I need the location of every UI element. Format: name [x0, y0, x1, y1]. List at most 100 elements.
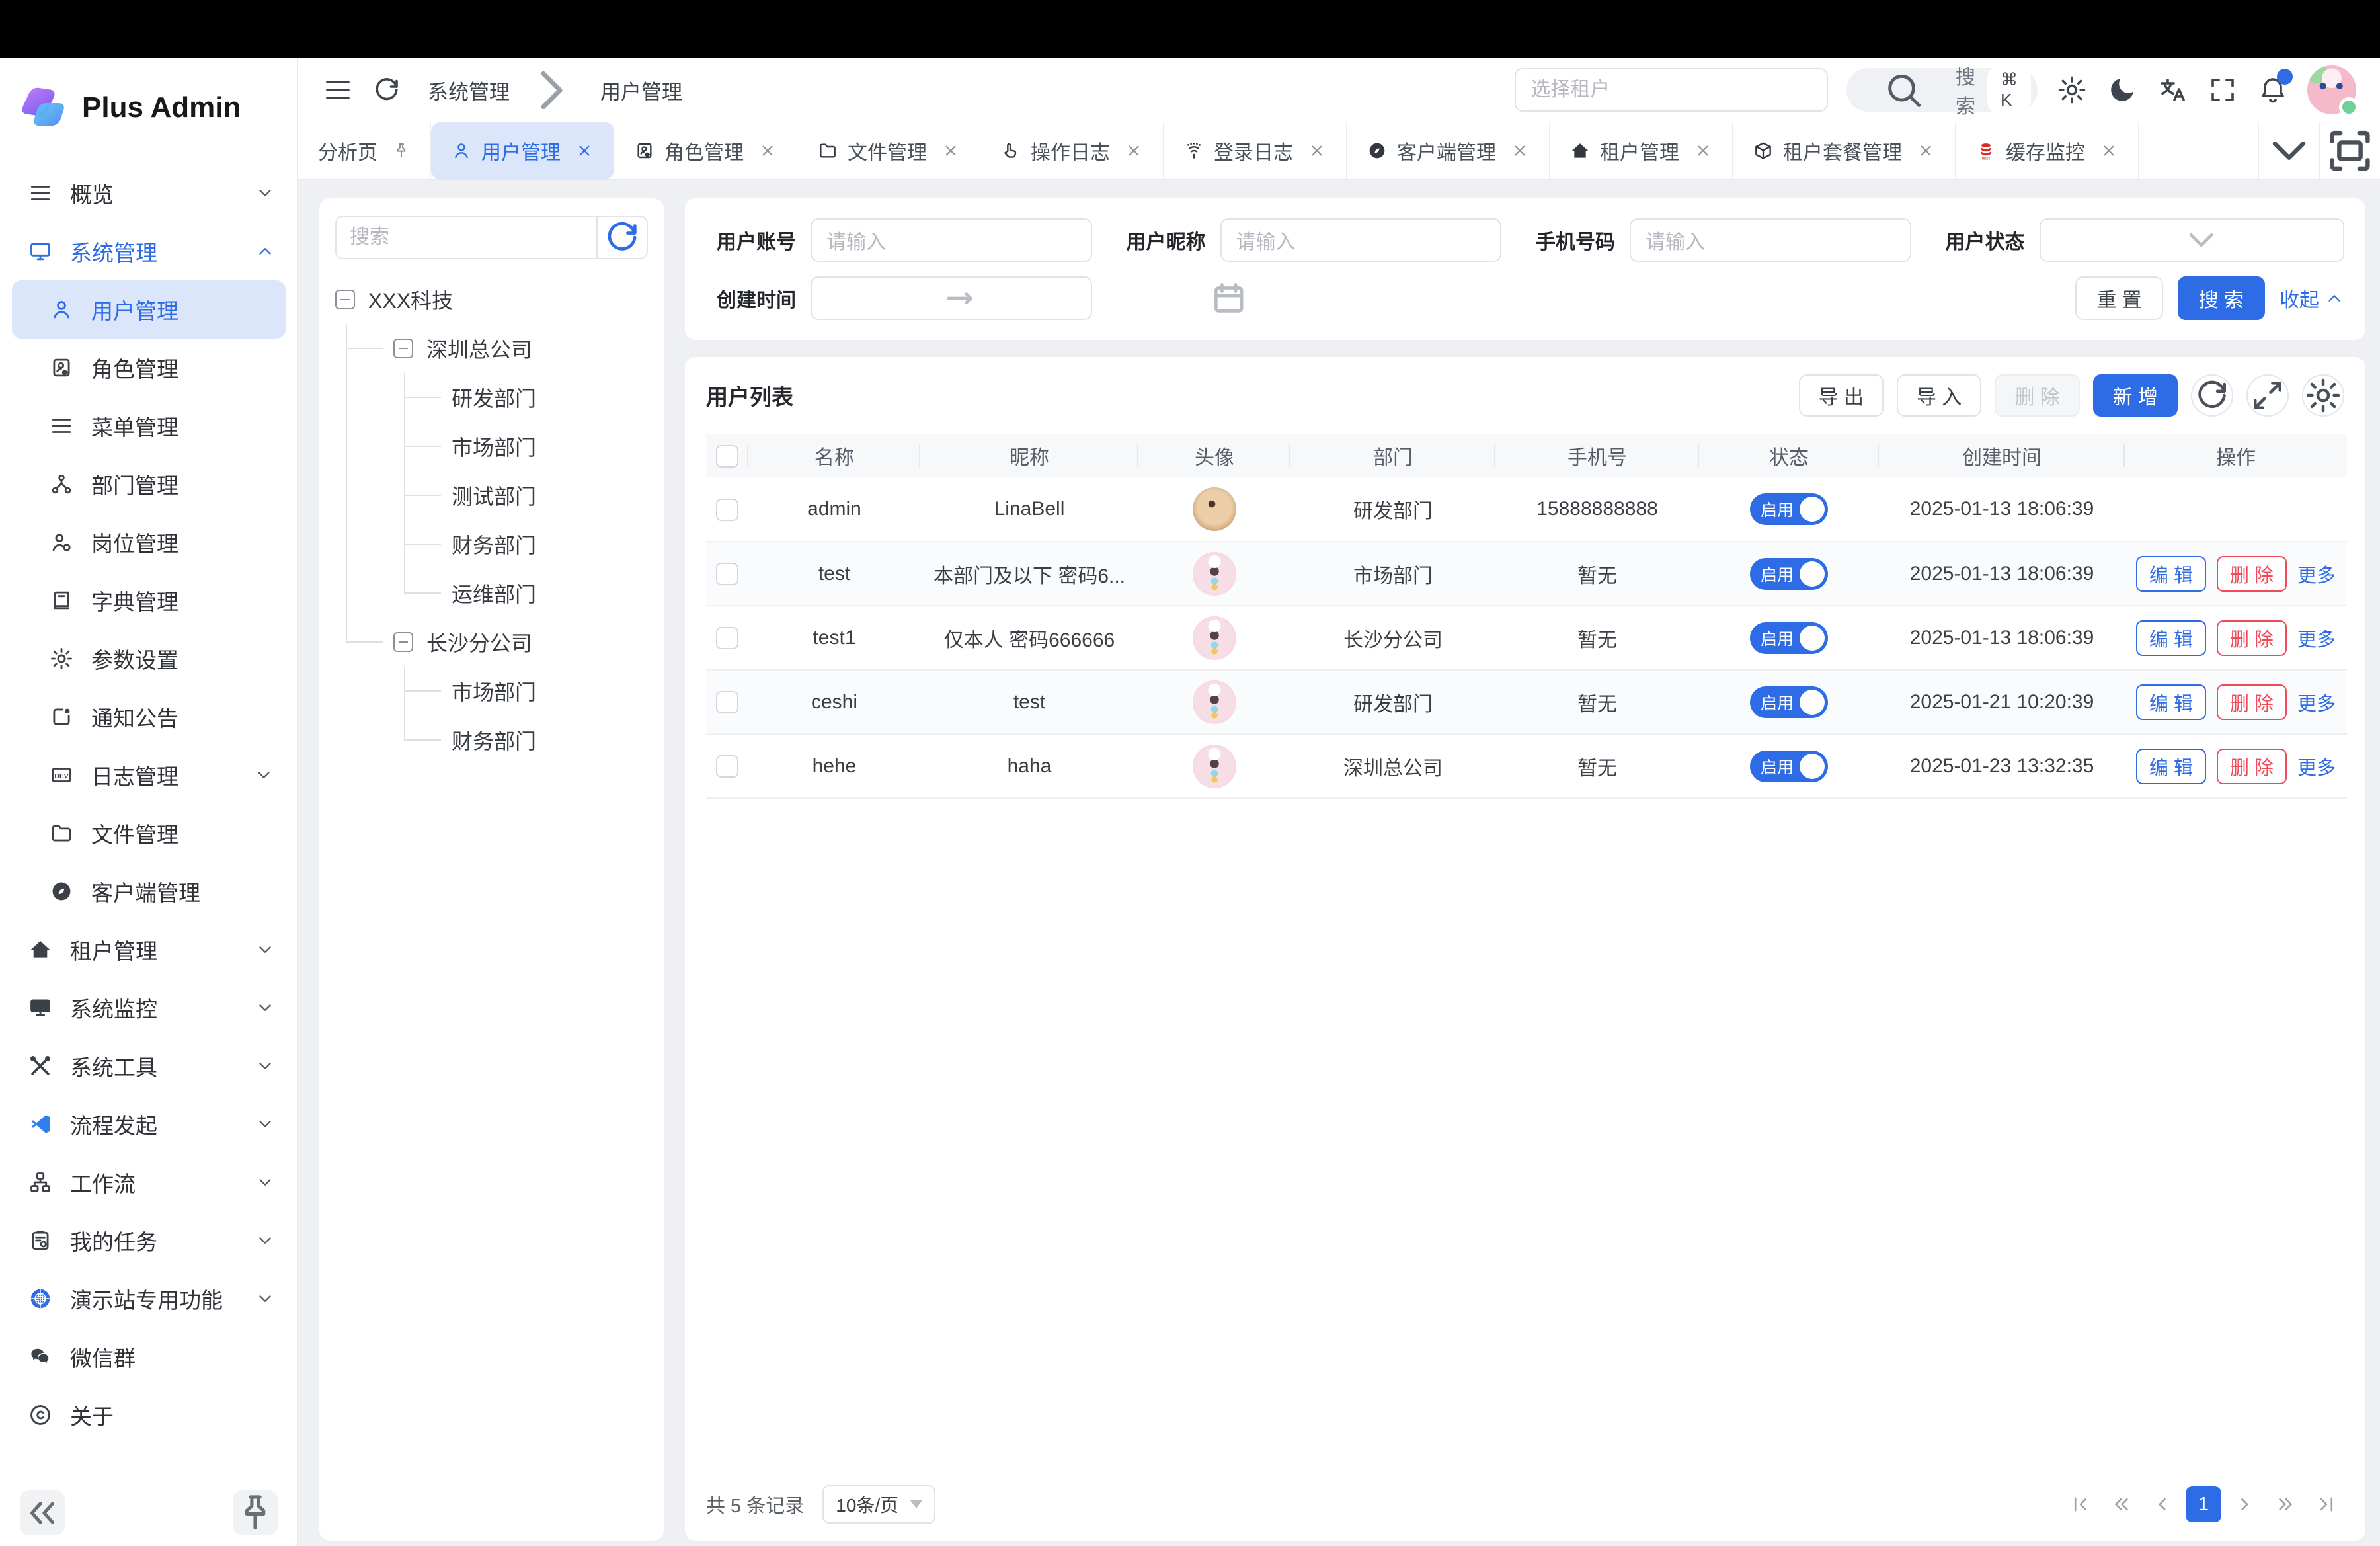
sidebar-item-wechat-group[interactable]: 微信群	[0, 1328, 298, 1386]
delete-row-button[interactable]: 删 除	[2217, 749, 2287, 784]
row-checkbox[interactable]	[716, 755, 738, 778]
tab-role-management[interactable]: 角色管理	[614, 122, 797, 179]
sidebar-collapse-button[interactable]	[20, 1490, 65, 1535]
sidebar-item-file-management[interactable]: 文件管理	[12, 804, 286, 862]
status-toggle[interactable]: 启用	[1750, 493, 1828, 525]
sidebar-item-system-tools[interactable]: 系统工具	[0, 1037, 298, 1095]
delete-row-button[interactable]: 删 除	[2217, 556, 2287, 592]
status-select[interactable]: 请选择	[2040, 218, 2345, 262]
row-checkbox[interactable]	[716, 627, 738, 649]
pin-icon[interactable]	[392, 142, 411, 160]
tree-node[interactable]: 市场部门	[452, 422, 648, 471]
sidebar-item-dict-management[interactable]: 字典管理	[12, 571, 286, 630]
table-expand-icon[interactable]	[2246, 374, 2289, 417]
user-avatar[interactable]	[2307, 65, 2356, 114]
select-all-checkbox[interactable]	[716, 445, 738, 468]
sidebar-item-demo-features[interactable]: 演示站专用功能	[0, 1270, 298, 1328]
table-settings-gear-icon[interactable]	[2302, 374, 2344, 417]
add-button[interactable]: 新 增	[2093, 374, 2178, 417]
nav-first-icon[interactable]	[2063, 1486, 2098, 1522]
sidebar-item-system-management[interactable]: 系统管理	[0, 222, 298, 280]
global-search-button[interactable]: 搜索 ⌘ K	[1846, 68, 2038, 112]
tree-node[interactable]: XXX科技	[335, 275, 648, 324]
tree-collapse-box[interactable]	[393, 339, 413, 358]
delete-button[interactable]: 删 除	[1995, 374, 2079, 417]
tab-client-management[interactable]: 客户端管理	[1347, 122, 1550, 179]
fullscreen-icon[interactable]	[2207, 74, 2239, 106]
close-icon[interactable]	[941, 142, 960, 160]
tenant-select-input[interactable]	[1515, 68, 1828, 112]
date-range-input[interactable]: 开始日期 结束日期	[811, 276, 1092, 320]
breadcrumb-page[interactable]: 用户管理	[592, 75, 682, 105]
tab-analysis[interactable]: 分析页	[298, 122, 431, 179]
page-refresh-icon[interactable]	[371, 74, 403, 106]
hamburger-menu-icon[interactable]	[322, 74, 354, 106]
status-toggle[interactable]: 启用	[1750, 751, 1828, 782]
close-icon[interactable]	[1511, 142, 1529, 160]
more-link[interactable]: 更多	[2297, 688, 2336, 716]
row-checkbox[interactable]	[716, 563, 738, 585]
export-button[interactable]: 导 出	[1799, 374, 1884, 417]
sidebar-item-user-management[interactable]: 用户管理	[12, 280, 286, 339]
tree-node[interactable]: 市场部门	[452, 667, 648, 715]
breadcrumb-section[interactable]: 系统管理	[420, 75, 510, 105]
nav-next-more-icon[interactable]	[2268, 1486, 2303, 1522]
import-button[interactable]: 导 入	[1897, 374, 1981, 417]
tree-node[interactable]: 研发部门	[452, 373, 648, 422]
tab-tenant-package[interactable]: 租户套餐管理	[1733, 122, 1956, 179]
edit-button[interactable]: 编 辑	[2136, 684, 2206, 720]
translate-icon[interactable]	[2157, 74, 2188, 106]
collapse-filter-link[interactable]: 收起	[2280, 284, 2344, 313]
tree-node[interactable]: 运维部门	[452, 569, 648, 618]
tabs-dropdown-chevron-icon[interactable]	[2258, 122, 2319, 179]
sidebar-item-tenant-management[interactable]: 租户管理	[0, 920, 298, 979]
nav-last-icon[interactable]	[2309, 1486, 2344, 1522]
sidebar-item-about[interactable]: 关于	[0, 1386, 298, 1444]
edit-button[interactable]: 编 辑	[2136, 749, 2206, 784]
tab-login-log[interactable]: 登录日志	[1164, 122, 1347, 179]
sidebar-item-workflow[interactable]: 工作流	[0, 1153, 298, 1211]
reset-button[interactable]: 重 置	[2075, 276, 2162, 320]
tree-node[interactable]: 深圳总公司	[393, 324, 648, 373]
tab-cache-monitor[interactable]: redis缓存监控	[1956, 122, 2139, 179]
phone-input[interactable]: 请输入	[1630, 218, 1911, 262]
account-input[interactable]: 请输入	[811, 218, 1092, 262]
more-link[interactable]: 更多	[2297, 753, 2336, 780]
search-button[interactable]: 搜 索	[2178, 276, 2265, 320]
edit-button[interactable]: 编 辑	[2136, 620, 2206, 656]
sidebar-item-my-tasks[interactable]: 我的任务	[0, 1211, 298, 1270]
more-link[interactable]: 更多	[2297, 560, 2336, 588]
delete-row-button[interactable]: 删 除	[2217, 620, 2287, 656]
sidebar-item-menu-management[interactable]: 菜单管理	[12, 397, 286, 455]
page-number-current[interactable]: 1	[2186, 1486, 2221, 1522]
tree-node[interactable]: 财务部门	[452, 520, 648, 569]
row-checkbox[interactable]	[716, 499, 738, 521]
sidebar-pin-button[interactable]	[233, 1490, 278, 1535]
status-toggle[interactable]: 启用	[1750, 686, 1828, 718]
tab-operation-log[interactable]: 操作日志	[980, 122, 1164, 179]
sidebar-item-notice[interactable]: 通知公告	[12, 688, 286, 746]
tree-node[interactable]: 长沙分公司	[393, 618, 648, 667]
nav-prev-icon[interactable]	[2145, 1486, 2180, 1522]
settings-gear-icon[interactable]	[2056, 74, 2088, 106]
nav-prev-more-icon[interactable]	[2104, 1486, 2139, 1522]
page-size-select[interactable]: 10条/页	[822, 1485, 935, 1524]
row-checkbox[interactable]	[716, 691, 738, 713]
edit-button[interactable]: 编 辑	[2136, 556, 2206, 592]
table-refresh-icon[interactable]	[2191, 374, 2233, 417]
nav-next-icon[interactable]	[2227, 1486, 2262, 1522]
nickname-input[interactable]: 请输入	[1220, 218, 1502, 262]
close-icon[interactable]	[758, 142, 777, 160]
tab-user-management[interactable]: 用户管理	[431, 122, 614, 179]
dark-mode-moon-icon[interactable]	[2106, 74, 2138, 106]
sidebar-item-param-settings[interactable]: 参数设置	[12, 630, 286, 688]
tree-node[interactable]: 测试部门	[452, 471, 648, 520]
sidebar-item-process-start[interactable]: 流程发起	[0, 1095, 298, 1153]
tree-search-input[interactable]	[337, 217, 596, 258]
close-icon[interactable]	[575, 142, 594, 160]
content-fullscreen-icon[interactable]	[2319, 122, 2380, 179]
tree-collapse-box[interactable]	[393, 632, 413, 652]
close-icon[interactable]	[1308, 142, 1326, 160]
tab-file-management[interactable]: 文件管理	[797, 122, 980, 179]
status-toggle[interactable]: 启用	[1750, 558, 1828, 590]
